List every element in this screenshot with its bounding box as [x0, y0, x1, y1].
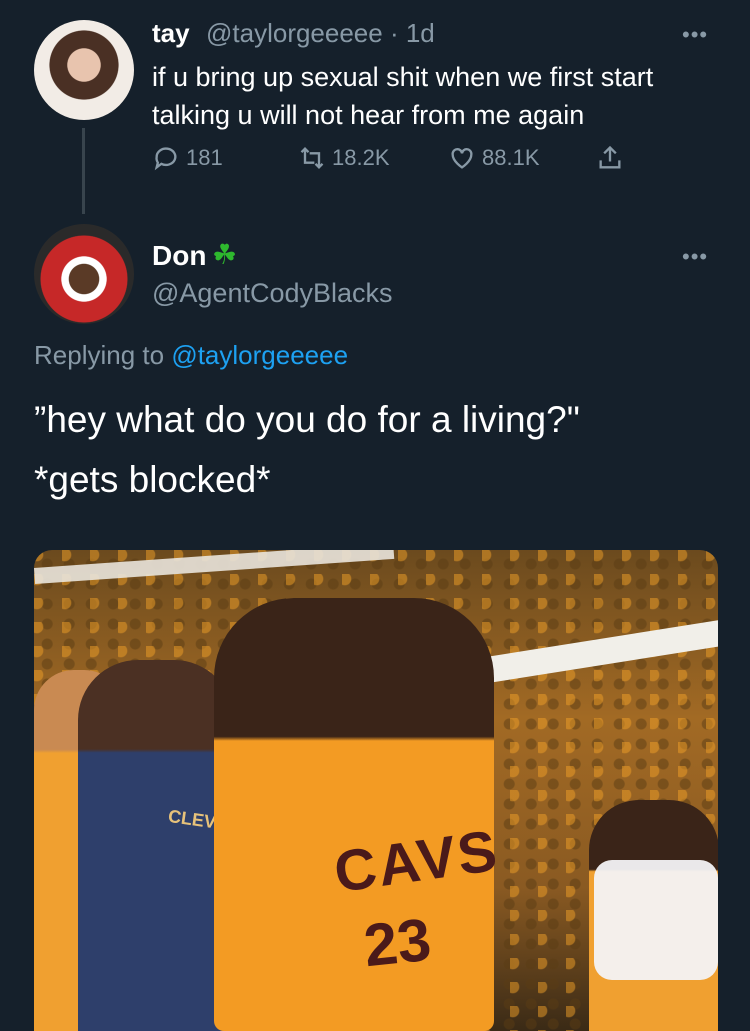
share-button[interactable] [596, 144, 624, 172]
replying-prefix: Replying to [34, 340, 165, 370]
shamrock-icon: ☘ [212, 239, 238, 270]
thread-connector [82, 128, 85, 214]
tweet-text: if u bring up sexual shit when we first … [152, 62, 654, 130]
towel [594, 860, 718, 980]
author-name[interactable]: tay [152, 18, 190, 49]
more-options-icon[interactable]: ••• [682, 22, 708, 48]
author-name[interactable]: Don [152, 240, 206, 272]
tweet-text: ”hey what do you do for a living?" *gets… [34, 390, 724, 510]
reply-button[interactable]: 181 [152, 144, 223, 172]
heart-icon [451, 148, 473, 169]
reply-count: 181 [186, 145, 223, 170]
author-handle[interactable]: @AgentCodyBlacks [152, 278, 393, 309]
avatar[interactable] [34, 224, 134, 324]
share-icon [599, 145, 621, 169]
player-figure: CLEVE [78, 660, 234, 1031]
like-count: 88.1K [482, 145, 540, 170]
retweet-count: 18.2K [332, 145, 390, 170]
tweet-text-line: *gets blocked* [34, 459, 271, 500]
replying-handle-link[interactable]: @taylorgeeeee [171, 340, 348, 370]
avatar[interactable] [34, 20, 134, 120]
jersey-number: 23 [360, 905, 435, 980]
retweet-icon [300, 147, 324, 169]
player-figure-main: CAVS 23 [214, 598, 503, 1031]
tweet-media-image[interactable]: ington CLEVE CAVS 23 [34, 550, 718, 1031]
tweet-text-line: ”hey what do you do for a living?" [34, 399, 580, 440]
reply-icon [154, 147, 177, 171]
author-handle-time[interactable]: @taylorgeeeee · 1d [206, 18, 435, 49]
replying-to: Replying to @taylorgeeeee [34, 340, 348, 371]
retweet-button[interactable]: 18.2K [298, 144, 390, 172]
jersey-text: CAVS [330, 817, 503, 906]
like-button[interactable]: 88.1K [448, 144, 540, 172]
more-options-icon[interactable]: ••• [682, 244, 708, 270]
